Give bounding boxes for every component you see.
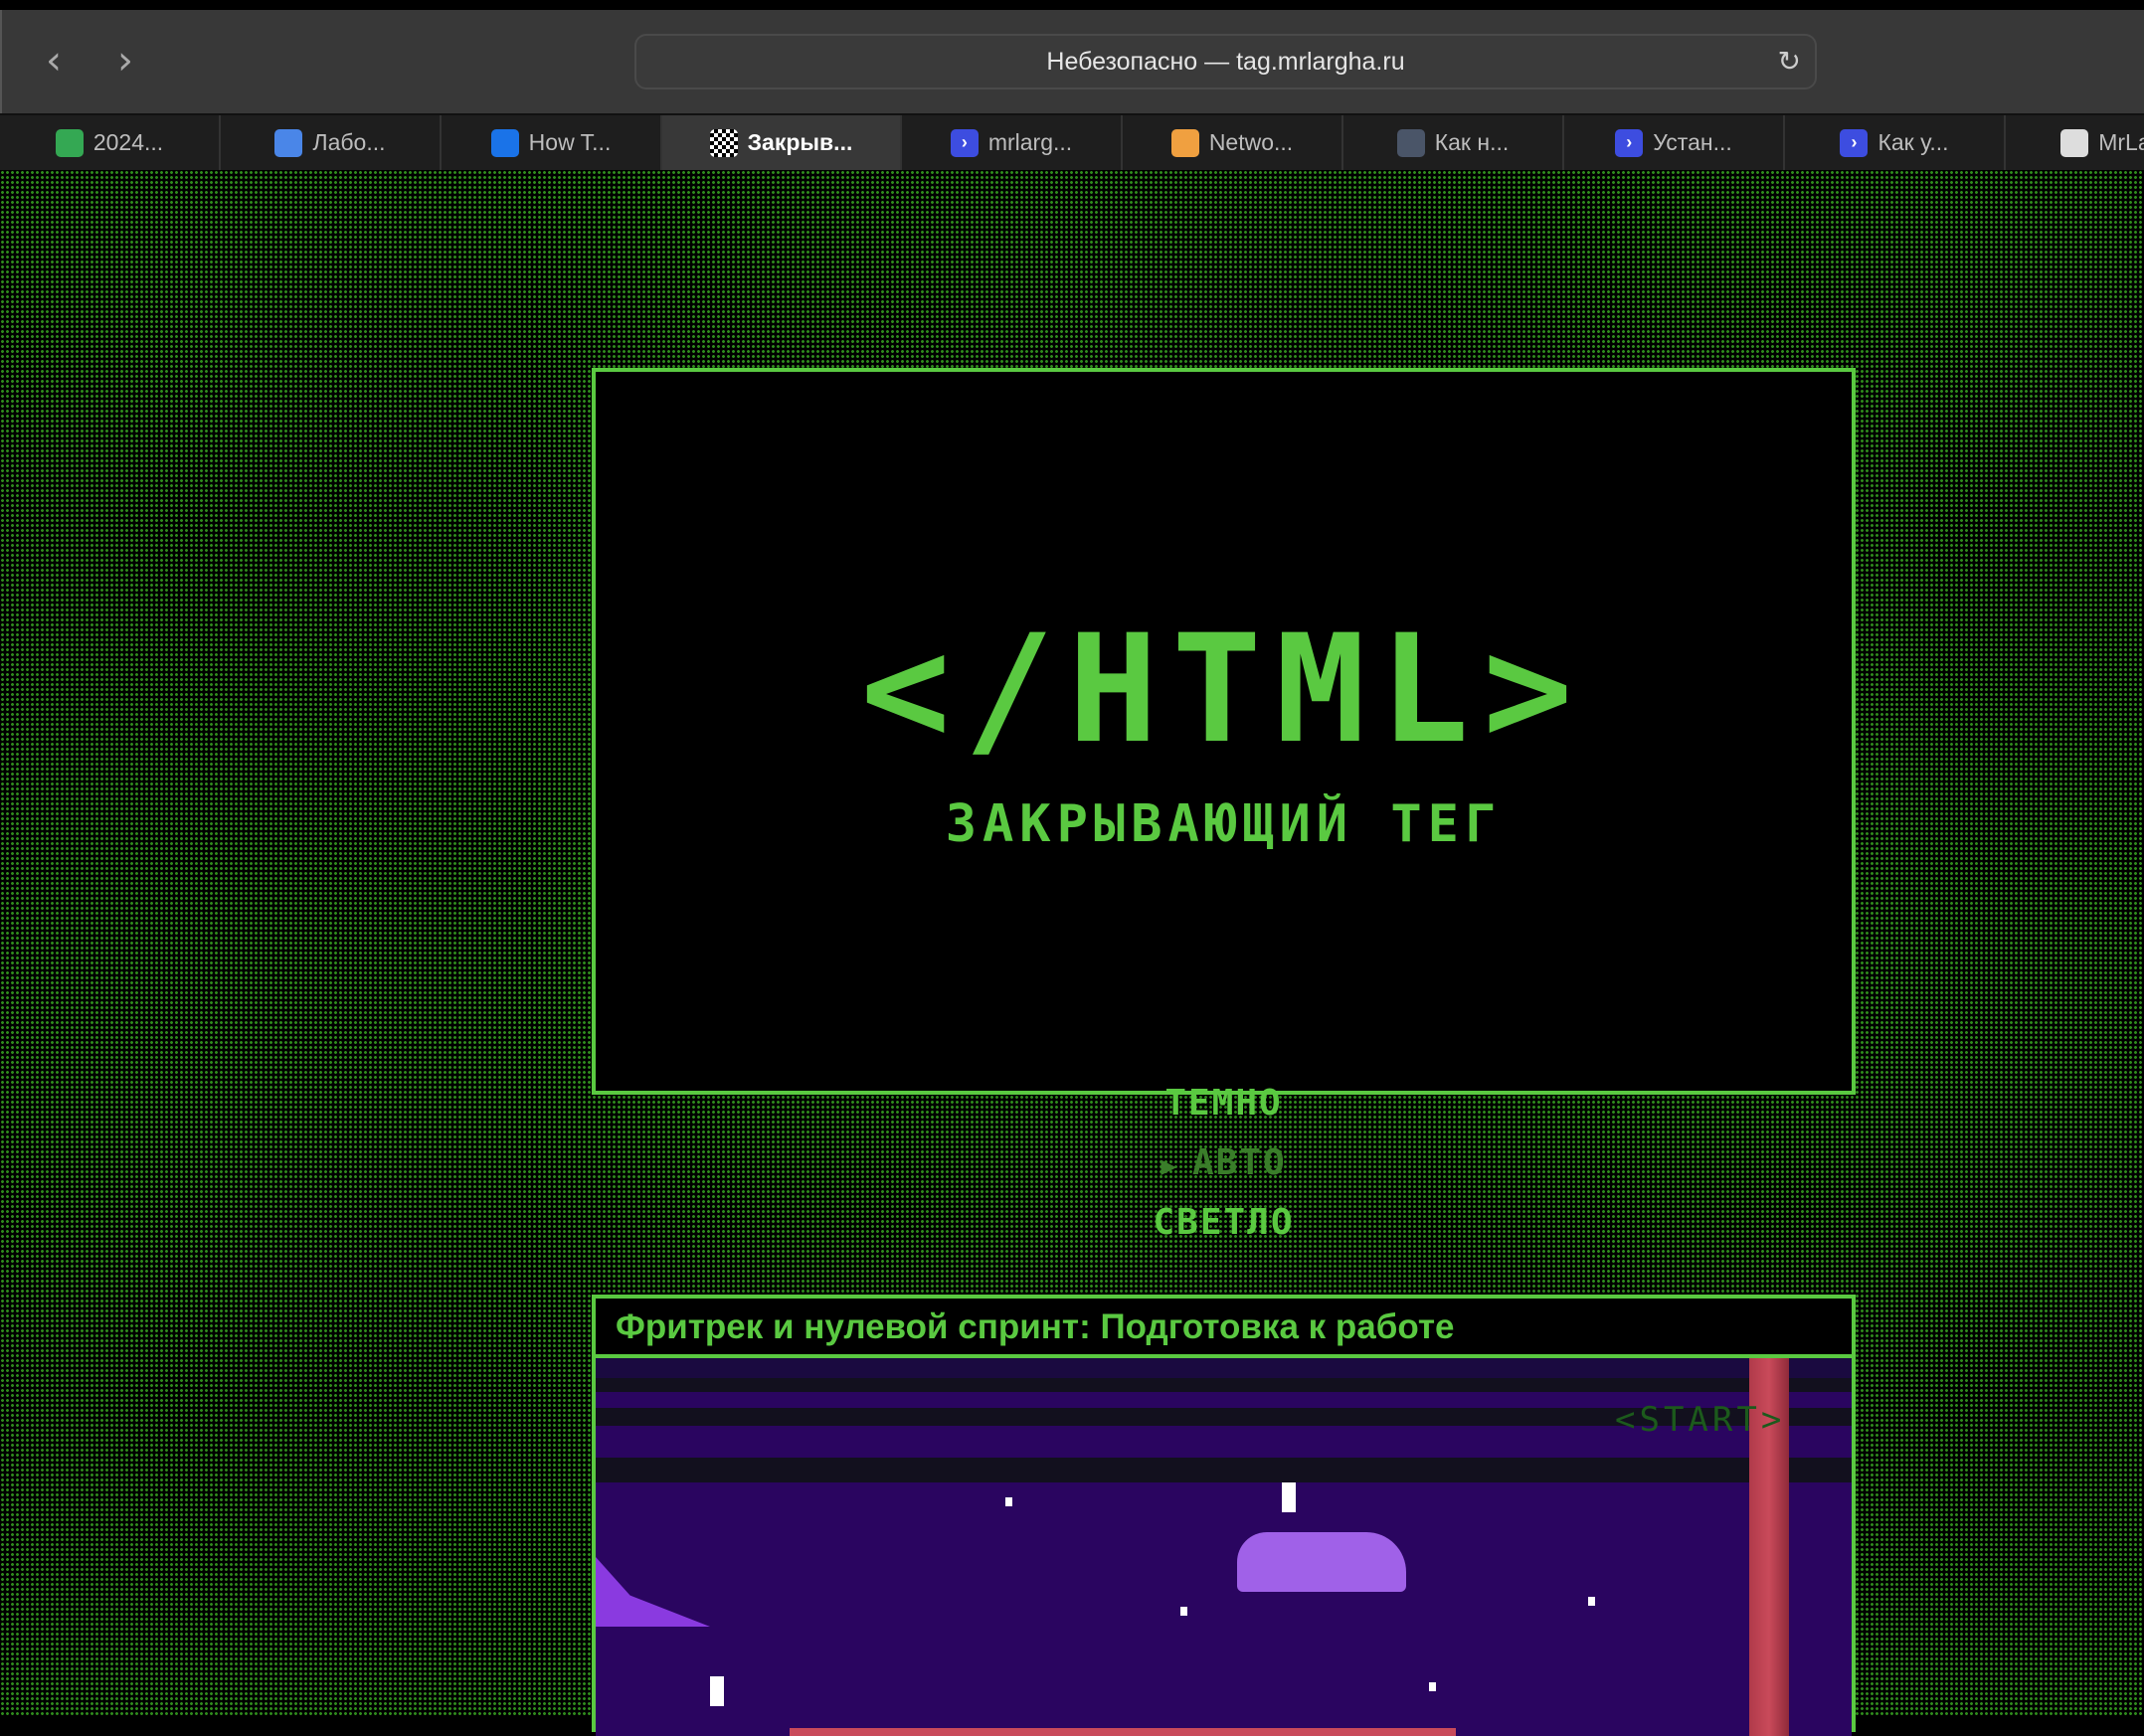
address-bar[interactable]: Небезопасно — tag.mrlargha.ru ↻ <box>634 34 1817 89</box>
site-logo: </HTML> <box>860 604 1587 777</box>
star-icon <box>1588 1597 1595 1606</box>
start-label[interactable]: <START> <box>1615 1400 1785 1440</box>
site-subtitle: ЗАКРЫВАЮЩИЙ ТЕГ <box>945 794 1503 854</box>
tab-label: Как у... <box>1877 129 1949 155</box>
back-button[interactable]: ‹ <box>46 38 62 84</box>
tab[interactable]: › mrlarg... <box>902 115 1123 170</box>
tab-label: 2024... <box>92 129 164 155</box>
reload-icon[interactable]: ↻ <box>1778 36 1801 87</box>
star-icon <box>710 1676 724 1706</box>
hero-panel: </HTML> ЗАКРЫВАЮЩИЙ ТЕГ ТЕМНО ▶ АВТО СВЕТ… <box>592 368 1856 1243</box>
post-title[interactable]: Фритрек и нулевой спринт: Подготовка к р… <box>596 1299 1852 1358</box>
chevron-icon: › <box>950 128 979 157</box>
tab[interactable]: MrLa... <box>2006 115 2144 170</box>
tab-label: Устан... <box>1653 129 1732 155</box>
sky-stripe <box>596 1358 1852 1378</box>
tab[interactable]: Netwo... <box>1123 115 1343 170</box>
google-docs-icon <box>274 128 303 157</box>
tab[interactable]: Лабо... <box>221 115 442 170</box>
chevron-icon: › <box>1840 128 1869 157</box>
theme-auto-option[interactable]: ▶ АВТО <box>596 1142 1852 1183</box>
url-text: Небезопасно — tag.mrlargha.ru <box>1046 48 1405 76</box>
digitalocean-icon <box>490 128 519 157</box>
theme-auto-label: АВТО <box>1191 1142 1287 1183</box>
tab[interactable]: How T... <box>442 115 662 170</box>
star-icon <box>1005 1497 1012 1506</box>
browser-toolbar: ‹ › Небезопасно — tag.mrlargha.ru ↻ <box>0 10 2144 113</box>
google-drive-icon <box>55 128 84 157</box>
tab-label: Как н... <box>1434 129 1510 155</box>
tab-label: How T... <box>528 129 612 155</box>
sky-stripe <box>596 1458 1852 1482</box>
page-background: </HTML> ЗАКРЫВАЮЩИЙ ТЕГ ТЕМНО ▶ АВТО СВЕТ… <box>0 170 2144 1736</box>
selected-arrow-icon: ▶ <box>1161 1151 1178 1181</box>
hill <box>596 1557 710 1627</box>
tab[interactable]: › Как у... <box>1785 115 2006 170</box>
tab-label: MrLa... <box>2098 129 2144 155</box>
star-icon <box>1180 1607 1187 1616</box>
star-icon <box>1429 1682 1436 1691</box>
game-canvas[interactable]: <START> <box>596 1358 1852 1736</box>
cloud <box>1237 1532 1406 1592</box>
star-icon <box>1396 128 1425 157</box>
tab-label: Лабо... <box>312 129 386 155</box>
ground-platform <box>790 1728 1456 1736</box>
theme-light-option[interactable]: СВЕТЛО <box>596 1202 1852 1243</box>
theme-dark-option[interactable]: ТЕМНО <box>596 1083 1852 1124</box>
tab-label: mrlarg... <box>987 129 1073 155</box>
checker-icon <box>709 128 738 157</box>
tab[interactable]: 2024... <box>0 115 221 170</box>
tab-label: Netwo... <box>1208 129 1294 155</box>
chevron-icon: › <box>1615 128 1644 157</box>
x-icon <box>1170 128 1199 157</box>
forward-button[interactable]: › <box>117 38 133 84</box>
sky-stripe <box>596 1378 1852 1392</box>
post-card[interactable]: Фритрек и нулевой спринт: Подготовка к р… <box>592 1295 1856 1736</box>
tab-label: Закрыв... <box>747 129 853 155</box>
tab[interactable]: Как н... <box>1343 115 1564 170</box>
star-icon <box>1282 1482 1296 1512</box>
github-icon <box>2060 128 2089 157</box>
tab[interactable]: Закрыв... <box>662 115 902 170</box>
tab[interactable]: › Устан... <box>1564 115 1785 170</box>
tab-bar: 2024... Лабо... How T... Закрыв... › mrlarg..… <box>0 113 2144 170</box>
